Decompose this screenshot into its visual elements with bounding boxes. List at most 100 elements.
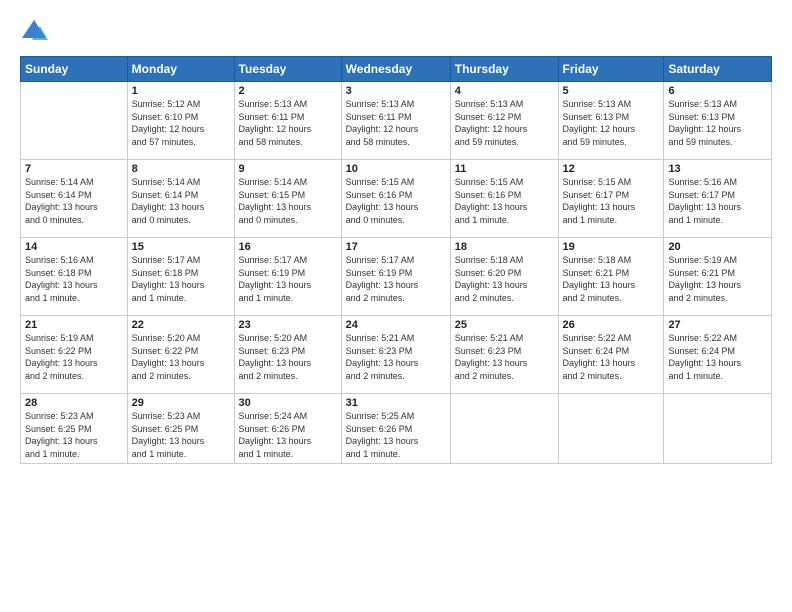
day-info: Sunrise: 5:22 AM Sunset: 6:24 PM Dayligh… (668, 332, 767, 382)
calendar-cell: 17Sunrise: 5:17 AM Sunset: 6:19 PM Dayli… (341, 238, 450, 316)
calendar-header-wednesday: Wednesday (341, 57, 450, 82)
day-info: Sunrise: 5:21 AM Sunset: 6:23 PM Dayligh… (455, 332, 554, 382)
day-info: Sunrise: 5:20 AM Sunset: 6:23 PM Dayligh… (239, 332, 337, 382)
day-number: 28 (25, 397, 123, 409)
day-number: 31 (346, 397, 446, 409)
day-info: Sunrise: 5:24 AM Sunset: 6:26 PM Dayligh… (239, 410, 337, 460)
day-info: Sunrise: 5:17 AM Sunset: 6:19 PM Dayligh… (346, 254, 446, 304)
calendar-cell: 26Sunrise: 5:22 AM Sunset: 6:24 PM Dayli… (558, 316, 664, 394)
calendar-cell (450, 394, 558, 464)
day-number: 4 (455, 85, 554, 97)
calendar-header-sunday: Sunday (21, 57, 128, 82)
calendar-cell: 8Sunrise: 5:14 AM Sunset: 6:14 PM Daylig… (127, 160, 234, 238)
calendar-cell: 19Sunrise: 5:18 AM Sunset: 6:21 PM Dayli… (558, 238, 664, 316)
day-number: 3 (346, 85, 446, 97)
day-number: 18 (455, 241, 554, 253)
day-info: Sunrise: 5:17 AM Sunset: 6:18 PM Dayligh… (132, 254, 230, 304)
calendar-cell: 3Sunrise: 5:13 AM Sunset: 6:11 PM Daylig… (341, 82, 450, 160)
calendar-cell: 11Sunrise: 5:15 AM Sunset: 6:16 PM Dayli… (450, 160, 558, 238)
day-number: 22 (132, 319, 230, 331)
calendar-cell: 18Sunrise: 5:18 AM Sunset: 6:20 PM Dayli… (450, 238, 558, 316)
day-number: 26 (563, 319, 660, 331)
day-info: Sunrise: 5:22 AM Sunset: 6:24 PM Dayligh… (563, 332, 660, 382)
day-info: Sunrise: 5:17 AM Sunset: 6:19 PM Dayligh… (239, 254, 337, 304)
day-info: Sunrise: 5:13 AM Sunset: 6:12 PM Dayligh… (455, 98, 554, 148)
day-info: Sunrise: 5:23 AM Sunset: 6:25 PM Dayligh… (132, 410, 230, 460)
day-info: Sunrise: 5:25 AM Sunset: 6:26 PM Dayligh… (346, 410, 446, 460)
day-info: Sunrise: 5:21 AM Sunset: 6:23 PM Dayligh… (346, 332, 446, 382)
day-info: Sunrise: 5:15 AM Sunset: 6:17 PM Dayligh… (563, 176, 660, 226)
calendar-cell: 22Sunrise: 5:20 AM Sunset: 6:22 PM Dayli… (127, 316, 234, 394)
day-number: 29 (132, 397, 230, 409)
calendar-cell: 13Sunrise: 5:16 AM Sunset: 6:17 PM Dayli… (664, 160, 772, 238)
day-number: 8 (132, 163, 230, 175)
calendar-cell: 23Sunrise: 5:20 AM Sunset: 6:23 PM Dayli… (234, 316, 341, 394)
calendar-cell: 12Sunrise: 5:15 AM Sunset: 6:17 PM Dayli… (558, 160, 664, 238)
calendar-cell: 9Sunrise: 5:14 AM Sunset: 6:15 PM Daylig… (234, 160, 341, 238)
day-info: Sunrise: 5:20 AM Sunset: 6:22 PM Dayligh… (132, 332, 230, 382)
calendar-header-friday: Friday (558, 57, 664, 82)
calendar-cell: 25Sunrise: 5:21 AM Sunset: 6:23 PM Dayli… (450, 316, 558, 394)
day-info: Sunrise: 5:13 AM Sunset: 6:11 PM Dayligh… (239, 98, 337, 148)
day-info: Sunrise: 5:14 AM Sunset: 6:15 PM Dayligh… (239, 176, 337, 226)
day-info: Sunrise: 5:14 AM Sunset: 6:14 PM Dayligh… (25, 176, 123, 226)
calendar-cell: 29Sunrise: 5:23 AM Sunset: 6:25 PM Dayli… (127, 394, 234, 464)
calendar-cell: 6Sunrise: 5:13 AM Sunset: 6:13 PM Daylig… (664, 82, 772, 160)
calendar-header-row: SundayMondayTuesdayWednesdayThursdayFrid… (21, 57, 772, 82)
day-info: Sunrise: 5:16 AM Sunset: 6:18 PM Dayligh… (25, 254, 123, 304)
day-number: 5 (563, 85, 660, 97)
day-number: 12 (563, 163, 660, 175)
day-number: 20 (668, 241, 767, 253)
day-info: Sunrise: 5:13 AM Sunset: 6:13 PM Dayligh… (668, 98, 767, 148)
calendar-header-thursday: Thursday (450, 57, 558, 82)
day-info: Sunrise: 5:13 AM Sunset: 6:11 PM Dayligh… (346, 98, 446, 148)
day-number: 30 (239, 397, 337, 409)
calendar-week-4: 21Sunrise: 5:19 AM Sunset: 6:22 PM Dayli… (21, 316, 772, 394)
day-info: Sunrise: 5:23 AM Sunset: 6:25 PM Dayligh… (25, 410, 123, 460)
day-info: Sunrise: 5:13 AM Sunset: 6:13 PM Dayligh… (563, 98, 660, 148)
day-info: Sunrise: 5:15 AM Sunset: 6:16 PM Dayligh… (346, 176, 446, 226)
page: SundayMondayTuesdayWednesdayThursdayFrid… (0, 0, 792, 612)
day-number: 11 (455, 163, 554, 175)
calendar-header-tuesday: Tuesday (234, 57, 341, 82)
day-number: 21 (25, 319, 123, 331)
calendar-week-2: 7Sunrise: 5:14 AM Sunset: 6:14 PM Daylig… (21, 160, 772, 238)
calendar-cell (558, 394, 664, 464)
day-number: 24 (346, 319, 446, 331)
day-info: Sunrise: 5:15 AM Sunset: 6:16 PM Dayligh… (455, 176, 554, 226)
day-number: 7 (25, 163, 123, 175)
day-info: Sunrise: 5:19 AM Sunset: 6:21 PM Dayligh… (668, 254, 767, 304)
calendar-week-5: 28Sunrise: 5:23 AM Sunset: 6:25 PM Dayli… (21, 394, 772, 464)
day-number: 23 (239, 319, 337, 331)
calendar-cell: 20Sunrise: 5:19 AM Sunset: 6:21 PM Dayli… (664, 238, 772, 316)
calendar-cell: 4Sunrise: 5:13 AM Sunset: 6:12 PM Daylig… (450, 82, 558, 160)
calendar-cell: 16Sunrise: 5:17 AM Sunset: 6:19 PM Dayli… (234, 238, 341, 316)
day-number: 15 (132, 241, 230, 253)
calendar-cell: 2Sunrise: 5:13 AM Sunset: 6:11 PM Daylig… (234, 82, 341, 160)
calendar-week-1: 1Sunrise: 5:12 AM Sunset: 6:10 PM Daylig… (21, 82, 772, 160)
calendar-cell: 30Sunrise: 5:24 AM Sunset: 6:26 PM Dayli… (234, 394, 341, 464)
calendar-cell: 31Sunrise: 5:25 AM Sunset: 6:26 PM Dayli… (341, 394, 450, 464)
day-info: Sunrise: 5:18 AM Sunset: 6:21 PM Dayligh… (563, 254, 660, 304)
day-info: Sunrise: 5:18 AM Sunset: 6:20 PM Dayligh… (455, 254, 554, 304)
day-number: 27 (668, 319, 767, 331)
calendar-header-saturday: Saturday (664, 57, 772, 82)
calendar-cell: 15Sunrise: 5:17 AM Sunset: 6:18 PM Dayli… (127, 238, 234, 316)
calendar-cell: 10Sunrise: 5:15 AM Sunset: 6:16 PM Dayli… (341, 160, 450, 238)
header (20, 18, 772, 46)
calendar-cell (664, 394, 772, 464)
day-number: 19 (563, 241, 660, 253)
day-number: 13 (668, 163, 767, 175)
day-number: 17 (346, 241, 446, 253)
logo-icon (20, 18, 48, 46)
day-number: 6 (668, 85, 767, 97)
calendar-cell: 27Sunrise: 5:22 AM Sunset: 6:24 PM Dayli… (664, 316, 772, 394)
day-number: 9 (239, 163, 337, 175)
day-number: 2 (239, 85, 337, 97)
calendar: SundayMondayTuesdayWednesdayThursdayFrid… (20, 56, 772, 464)
calendar-cell: 21Sunrise: 5:19 AM Sunset: 6:22 PM Dayli… (21, 316, 128, 394)
day-number: 14 (25, 241, 123, 253)
day-info: Sunrise: 5:19 AM Sunset: 6:22 PM Dayligh… (25, 332, 123, 382)
day-number: 1 (132, 85, 230, 97)
calendar-cell: 14Sunrise: 5:16 AM Sunset: 6:18 PM Dayli… (21, 238, 128, 316)
